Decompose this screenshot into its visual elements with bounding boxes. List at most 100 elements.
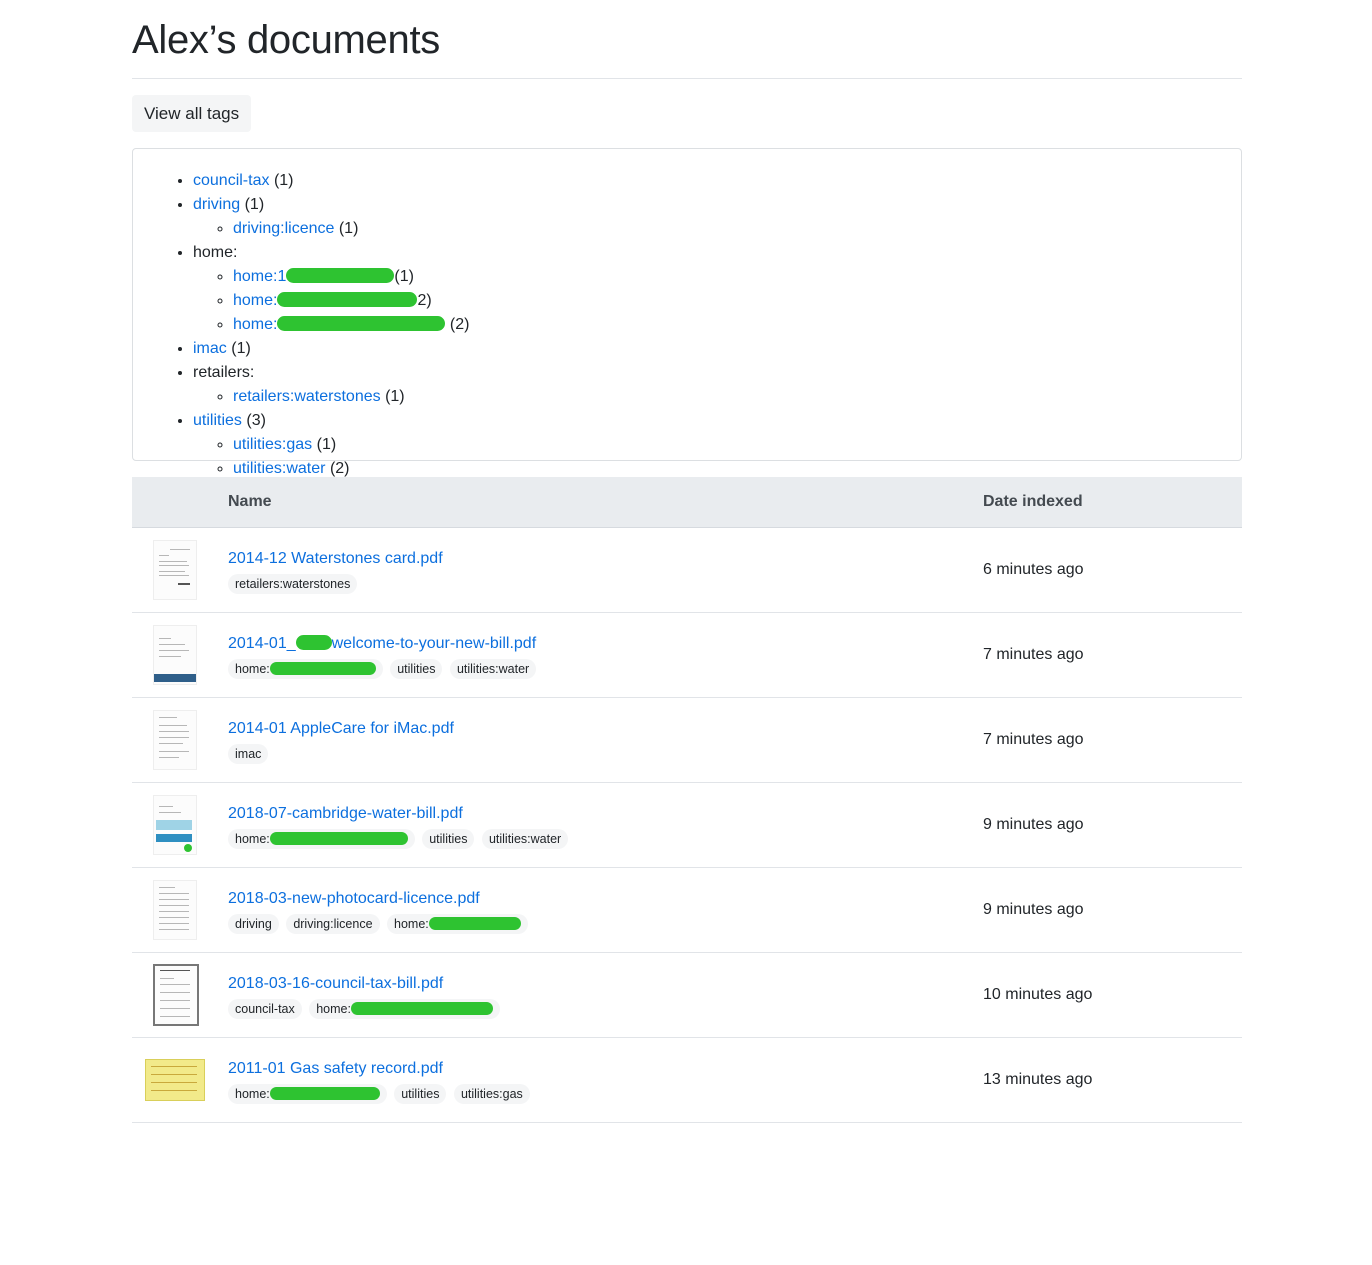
tag-item-driving-licence: driving:licence (1) bbox=[233, 217, 1241, 241]
name-column-header: Name bbox=[228, 477, 983, 528]
tag-chip[interactable]: retailers:waterstones bbox=[228, 574, 358, 594]
tag-chip[interactable]: home: bbox=[387, 914, 528, 934]
table-row: 2018-03-new-photocard-licence.pdf drivin… bbox=[132, 867, 1242, 953]
redaction-mark bbox=[350, 1002, 493, 1015]
document-tags: home: utilities utilities:water bbox=[228, 829, 983, 849]
document-tags: retailers:waterstones bbox=[228, 574, 983, 594]
document-tags: driving driving:licence home: bbox=[228, 914, 983, 934]
tag-tree-panel: council-tax (1) driving (1) driving:lice… bbox=[132, 148, 1242, 477]
tag-chip[interactable]: utilities bbox=[394, 1084, 447, 1104]
date-indexed: 7 minutes ago bbox=[983, 612, 1242, 698]
tag-chip[interactable]: utilities:gas bbox=[453, 1084, 530, 1104]
redaction-mark bbox=[269, 1087, 380, 1100]
document-thumbnail[interactable] bbox=[153, 625, 197, 685]
document-thumbnail[interactable] bbox=[153, 964, 199, 1026]
tag-count: (2) bbox=[449, 316, 470, 333]
tag-tree: council-tax (1) driving (1) driving:lice… bbox=[133, 169, 1241, 481]
document-thumbnail[interactable] bbox=[145, 1059, 205, 1101]
tag-group-retailers: retailers: retailers:waterstones (1) bbox=[193, 361, 1241, 409]
redaction-mark bbox=[295, 635, 332, 650]
document-thumbnail[interactable] bbox=[153, 880, 197, 940]
tag-chip[interactable]: home: bbox=[228, 829, 415, 849]
tag-link-home-2[interactable]: home: bbox=[233, 292, 418, 309]
tag-group-label: retailers: bbox=[193, 364, 255, 381]
tag-count: (1) bbox=[385, 388, 405, 405]
document-thumbnail[interactable] bbox=[153, 795, 197, 855]
document-tags: home: utilities utilities:water bbox=[228, 659, 983, 679]
tag-group-home: home: home:1(1) home:2) home: (2) bbox=[193, 241, 1241, 337]
tag-item-utilities: utilities (3) utilities:gas (1) utilitie… bbox=[193, 409, 1241, 481]
date-indexed: 9 minutes ago bbox=[983, 867, 1242, 953]
redaction-mark bbox=[277, 292, 418, 307]
date-indexed: 7 minutes ago bbox=[983, 697, 1242, 783]
tag-link-home-1[interactable]: home:1 bbox=[233, 268, 395, 285]
tag-chip[interactable]: home: bbox=[228, 659, 383, 679]
document-thumbnail[interactable] bbox=[153, 540, 197, 600]
redaction-mark bbox=[269, 832, 408, 845]
tag-chip[interactable]: driving:licence bbox=[286, 914, 380, 934]
date-column-header: Date indexed bbox=[983, 477, 1242, 528]
tag-chip[interactable]: driving bbox=[228, 914, 279, 934]
tag-count: (2) bbox=[329, 460, 350, 477]
redaction-mark bbox=[428, 917, 521, 930]
tag-group-label: home: bbox=[193, 244, 238, 261]
table-row: 2011-01 Gas safety record.pdf home: util… bbox=[132, 1037, 1242, 1123]
redaction-mark bbox=[286, 268, 395, 283]
tag-link-home-3[interactable]: home: bbox=[233, 316, 446, 333]
document-link[interactable]: 2018-07-cambridge-water-bill.pdf bbox=[228, 805, 983, 823]
table-row: 2018-03-16-council-tax-bill.pdf council-… bbox=[132, 952, 1242, 1038]
redaction-mark bbox=[277, 316, 446, 331]
tag-count: (1) bbox=[338, 220, 359, 237]
tag-chip[interactable]: utilities:water bbox=[481, 829, 569, 849]
tag-item-home-3: home: (2) bbox=[233, 313, 1241, 337]
tag-chip[interactable]: council-tax bbox=[228, 999, 302, 1019]
date-indexed: 6 minutes ago bbox=[983, 527, 1242, 613]
tag-item-imac: imac (1) bbox=[193, 337, 1241, 361]
tag-count: (1) bbox=[231, 340, 251, 357]
tag-item-home-2: home:2) bbox=[233, 289, 1241, 313]
document-link[interactable]: 2018-03-new-photocard-licence.pdf bbox=[228, 890, 983, 908]
table-row: 2014-12 Waterstones card.pdf retailers:w… bbox=[132, 527, 1242, 613]
document-link[interactable]: 2018-03-16-council-tax-bill.pdf bbox=[228, 975, 983, 993]
documents-table: Name Date indexed 2014-12 Waterstones ca… bbox=[132, 477, 1242, 1123]
tag-link-driving[interactable]: driving bbox=[193, 196, 240, 213]
tag-count: (1) bbox=[244, 196, 265, 213]
tag-item-home-1: home:1(1) bbox=[233, 265, 1241, 289]
tag-link-utilities-water[interactable]: utilities:water bbox=[233, 460, 325, 477]
redaction-mark bbox=[269, 662, 376, 675]
document-tags: home: utilities utilities:gas bbox=[228, 1084, 983, 1104]
document-link[interactable]: 2014-01_ welcome-to-your-new-bill.pdf bbox=[228, 635, 983, 653]
document-thumbnail[interactable] bbox=[153, 710, 197, 770]
tag-link-driving-licence[interactable]: driving:licence bbox=[233, 220, 334, 237]
tag-link-utilities[interactable]: utilities bbox=[193, 412, 242, 429]
document-tags: council-tax home: bbox=[228, 999, 983, 1019]
tag-item-council-tax: council-tax (1) bbox=[193, 169, 1241, 193]
table-header-row: Name Date indexed bbox=[132, 477, 1242, 528]
table-row: 2014-01 AppleCare for iMac.pdf imac 7 mi… bbox=[132, 697, 1242, 783]
tag-chip[interactable]: imac bbox=[228, 744, 269, 764]
tag-link-council-tax[interactable]: council-tax bbox=[193, 172, 269, 189]
divider bbox=[132, 78, 1242, 79]
tag-chip[interactable]: utilities:water bbox=[449, 659, 537, 679]
tag-link-utilities-gas[interactable]: utilities:gas bbox=[233, 436, 312, 453]
tag-chip[interactable]: home: bbox=[309, 999, 500, 1019]
page-container: Alex’s documents View all tags council-t… bbox=[132, 0, 1242, 1123]
tag-item-utilities-gas: utilities:gas (1) bbox=[233, 433, 1241, 457]
date-indexed: 13 minutes ago bbox=[983, 1037, 1242, 1123]
tag-link-imac[interactable]: imac bbox=[193, 340, 227, 357]
tag-count: 2) bbox=[417, 292, 432, 309]
tag-link-retailers-waterstones[interactable]: retailers:waterstones bbox=[233, 388, 381, 405]
document-tags: imac bbox=[228, 744, 983, 764]
document-link[interactable]: 2014-01 AppleCare for iMac.pdf bbox=[228, 720, 983, 738]
view-all-tags-button[interactable]: View all tags bbox=[132, 95, 252, 132]
tag-chip[interactable]: utilities bbox=[390, 659, 443, 679]
tag-count: (1) bbox=[394, 268, 414, 285]
tag-count: (3) bbox=[246, 412, 266, 429]
tag-item-driving: driving (1) driving:licence (1) bbox=[193, 193, 1241, 241]
tag-item-retailers-waterstones: retailers:waterstones (1) bbox=[233, 385, 1241, 409]
tag-chip[interactable]: home: bbox=[228, 1084, 387, 1104]
tag-chip[interactable]: utilities bbox=[422, 829, 475, 849]
document-link[interactable]: 2014-12 Waterstones card.pdf bbox=[228, 550, 983, 568]
document-link[interactable]: 2011-01 Gas safety record.pdf bbox=[228, 1060, 983, 1078]
thumbnail-column-header bbox=[132, 477, 228, 528]
